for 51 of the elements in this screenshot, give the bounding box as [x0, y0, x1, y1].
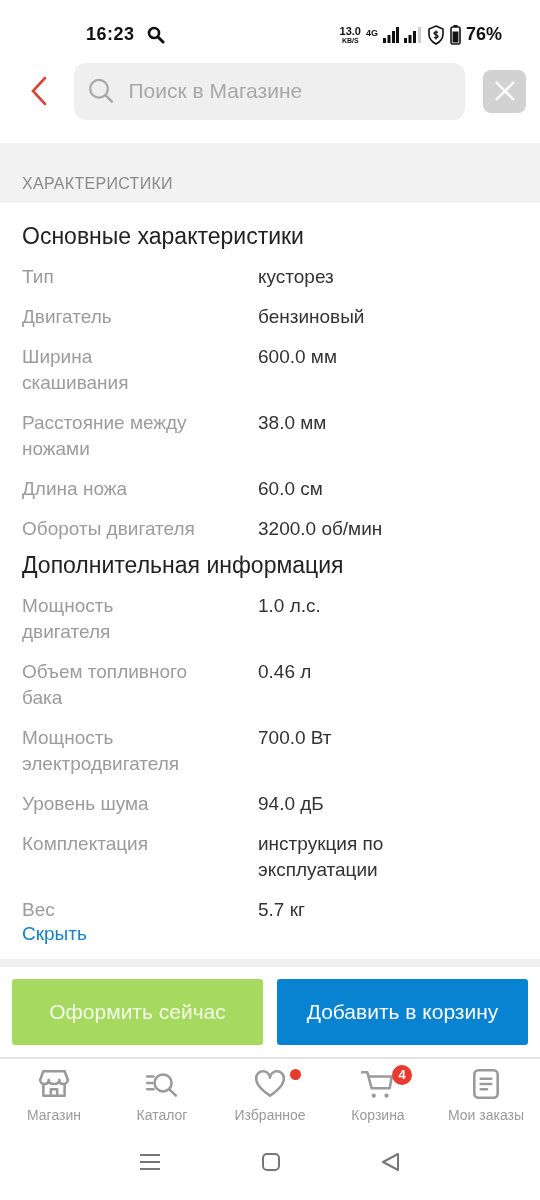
- battery-percent: 76%: [465, 24, 502, 46]
- spec-value: кусторез: [258, 265, 335, 290]
- spec-label: Тип: [22, 265, 55, 290]
- spec-label: Длина ножа: [22, 477, 129, 502]
- spec-label: Расстояние между ножами: [22, 411, 188, 462]
- search-field[interactable]: Поиск в Магазине: [74, 62, 465, 120]
- spec-value: 3200.0 об/мин: [258, 517, 384, 542]
- collapse-link[interactable]: Скрыть: [22, 923, 87, 946]
- spec-value: 1.0 л.с.: [258, 594, 322, 619]
- back-icon[interactable]: [381, 1151, 401, 1172]
- checkout-button[interactable]: Оформить сейчас: [12, 978, 263, 1045]
- add-to-cart-button[interactable]: Добавить в корзину: [277, 978, 528, 1045]
- spec-value: инструкция по эксплуатации: [258, 832, 385, 883]
- spec-value: 60.0 см: [258, 477, 324, 502]
- section-title: ХАРАКТЕРИСТИКИ: [22, 175, 173, 194]
- close-icon: [493, 80, 516, 103]
- spec-label: Мощность двигателя: [22, 594, 115, 645]
- spec-value: 38.0 мм: [258, 411, 328, 436]
- spec-label: Объем топливного бака: [22, 660, 189, 711]
- spec-label: Уровень шума: [22, 792, 150, 817]
- group-title: Основные характеристики: [22, 223, 305, 251]
- menu-icon[interactable]: [139, 1151, 161, 1172]
- spec-value: 700.0 Вт: [258, 726, 333, 751]
- home-icon[interactable]: [261, 1151, 281, 1172]
- shield-icon: [426, 24, 445, 45]
- spec-label: Вес: [22, 898, 56, 923]
- spec-value: 94.0 дБ: [258, 792, 325, 817]
- spec-value: 5.7 кг: [258, 898, 306, 923]
- nav-tab[interactable]: Избранное: [216, 1066, 324, 1136]
- signal-icon: [382, 26, 399, 43]
- battery-icon: [449, 24, 461, 45]
- spec-label: Обороты двигателя: [22, 517, 196, 542]
- spec-value: бензиновый: [258, 305, 366, 330]
- nav-tab[interactable]: Каталог: [108, 1066, 216, 1136]
- nav-tab[interactable]: Магазин: [0, 1066, 108, 1136]
- signal-icon: [403, 26, 422, 43]
- search-icon: [146, 25, 165, 44]
- spec-value: 600.0 мм: [258, 345, 338, 370]
- network-type: 4G: [365, 28, 378, 39]
- status-time: 16:23: [86, 24, 135, 46]
- spec-label: Мощность электродвигателя: [22, 726, 181, 777]
- group-title: Дополнительная информация: [22, 552, 345, 580]
- nav-tab[interactable]: 4 Корзина: [324, 1066, 432, 1136]
- spec-value: 0.46 л: [258, 660, 313, 685]
- network-speed: 13.0: [339, 25, 361, 37]
- spec-label: Комплектация: [22, 832, 149, 857]
- nav-tab[interactable]: Мои заказы: [432, 1066, 540, 1136]
- spec-label: Двигатель: [22, 305, 113, 330]
- search-input[interactable]: Поиск в Магазине: [126, 78, 451, 105]
- count-badge: 4: [392, 1064, 412, 1085]
- spec-label: Ширина скашивания: [22, 345, 130, 396]
